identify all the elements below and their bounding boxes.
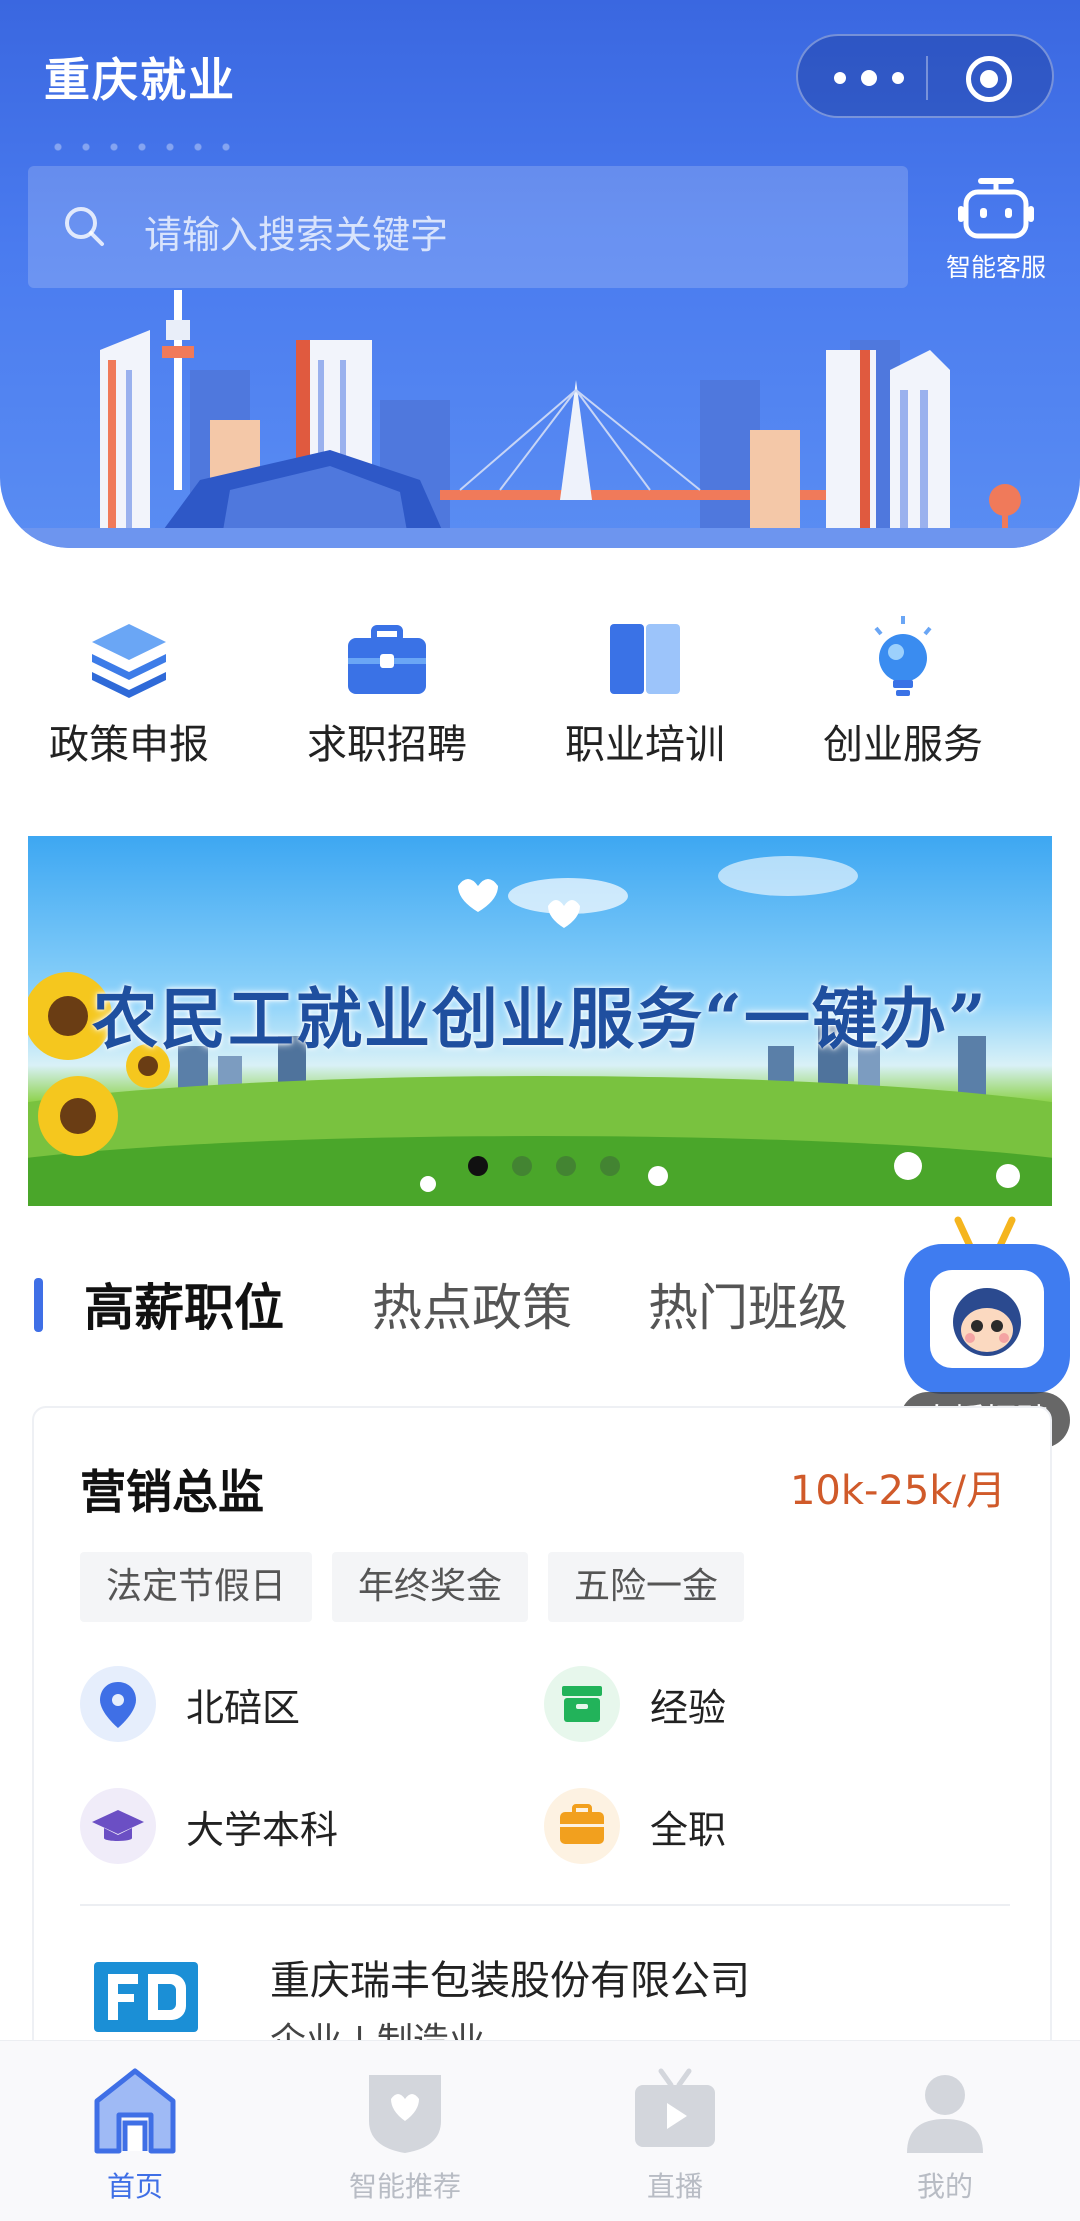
company-name: 重庆瑞丰包装股份有限公司	[270, 1958, 750, 2004]
job-title: 营销总监	[80, 1465, 264, 1519]
tabbar-label: 我的	[916, 2170, 973, 2203]
tab-high-salary-jobs[interactable]: 高薪职位	[84, 1268, 284, 1340]
dot-icon	[892, 72, 904, 84]
tabbar-item-home[interactable]: 首页	[0, 2041, 270, 2221]
decorative-dots	[44, 140, 244, 154]
app-title: 重庆就业	[44, 53, 236, 107]
lightbulb-icon	[874, 616, 932, 696]
book-icon	[610, 624, 680, 694]
menu-item-training[interactable]: 职业培训	[516, 600, 774, 770]
menu-label: 创业服务	[823, 722, 983, 768]
miniprogram-capsule	[796, 34, 1054, 118]
robot-icon	[958, 178, 1034, 239]
job-card[interactable]: 营销总监 10k-25k/月 法定节假日 年终奖金 五险一金 北碚区 经验 大学…	[32, 1406, 1052, 2066]
banner-title: 农民工就业创业服务“一键办”	[92, 980, 988, 1058]
briefcase-icon	[348, 625, 426, 694]
menu-label: 求职招聘	[307, 722, 467, 768]
assistant-label: 智能客服	[945, 253, 1046, 282]
more-options-button[interactable]	[834, 58, 904, 98]
tv-play-icon	[635, 2068, 715, 2147]
page: 重庆就业 请输入搜索关键字 智能客服 政策申报 求职招聘 职业培训 创业服务 农…	[0, 0, 1080, 2221]
job-type: 全职	[544, 1786, 726, 1866]
briefcase-icon	[544, 1788, 620, 1864]
tabbar-label: 直播	[646, 2170, 703, 2203]
job-tag: 法定节假日	[80, 1552, 313, 1622]
carousel-dot	[512, 1156, 532, 1176]
city-skyline-illustration	[0, 290, 1080, 548]
carousel-dot	[600, 1156, 620, 1176]
mascot-icon	[930, 1270, 1044, 1368]
carousel-dot-active	[468, 1156, 488, 1176]
tabbar-item-profile[interactable]: 我的	[810, 2041, 1080, 2221]
capsule-divider	[926, 56, 928, 100]
close-miniprogram-button[interactable]	[966, 56, 1012, 102]
carousel-indicator	[468, 1156, 668, 1180]
home-icon	[94, 2068, 176, 2154]
experience-text: 经验	[650, 1685, 727, 1730]
menu-label: 职业培训	[565, 722, 725, 768]
job-experience: 经验	[544, 1664, 726, 1744]
active-tab-indicator	[34, 1278, 43, 1332]
job-tag: 年终奖金	[332, 1552, 529, 1622]
job-education: 大学本科	[80, 1786, 338, 1866]
section-tabs: 高薪职位 热点政策 热门班级	[0, 1258, 900, 1350]
layers-icon	[92, 624, 166, 698]
header-hero: 重庆就业 请输入搜索关键字 智能客服	[0, 0, 1080, 548]
location-pin-icon	[80, 1666, 156, 1742]
menu-item-policy[interactable]: 政策申报	[0, 600, 258, 770]
menu-item-jobs[interactable]: 求职招聘	[258, 600, 516, 770]
job-type-text: 全职	[650, 1807, 727, 1852]
heart-shield-icon	[369, 2075, 441, 2153]
job-tag: 五险一金	[548, 1552, 745, 1622]
menu-label: 政策申报	[49, 722, 209, 768]
tabbar-label: 首页	[106, 2170, 163, 2203]
card-divider	[80, 1904, 1010, 1906]
menu-item-startup[interactable]: 创业服务	[774, 600, 1032, 770]
tabbar-label: 智能推荐	[348, 2170, 461, 2203]
experience-box-icon	[544, 1666, 620, 1742]
tabbar-item-recommend[interactable]: 智能推荐	[270, 2041, 540, 2221]
education-text: 大学本科	[186, 1807, 339, 1852]
search-icon	[65, 207, 104, 246]
location-text: 北碚区	[186, 1685, 301, 1730]
tab-hot-classes[interactable]: 热门班级	[648, 1268, 848, 1340]
live-icon-box	[904, 1244, 1070, 1394]
search-placeholder: 请输入搜索关键字	[144, 213, 449, 257]
job-salary: 10k-25k/月	[789, 1468, 1006, 1514]
tab-hot-policies[interactable]: 热点政策	[372, 1268, 572, 1340]
user-icon	[907, 2075, 983, 2153]
carousel-dot	[556, 1156, 576, 1176]
dot-icon	[861, 70, 877, 86]
dot-icon	[834, 72, 846, 84]
tabbar-item-live[interactable]: 直播	[540, 2041, 810, 2221]
graduation-cap-icon	[80, 1788, 156, 1864]
job-tags: 法定节假日 年终奖金 五险一金	[80, 1552, 745, 1622]
quick-menu: 政策申报 求职招聘 职业培训 创业服务	[0, 600, 1080, 770]
promo-banner[interactable]: 农民工就业创业服务“一键办”	[28, 836, 1052, 1206]
job-location: 北碚区	[80, 1664, 300, 1744]
bottom-tab-bar: 首页 智能推荐 直播 我的	[0, 2040, 1080, 2221]
search-bar[interactable]: 请输入搜索关键字	[28, 166, 908, 288]
assistant-button[interactable]: 智能客服	[936, 176, 1056, 286]
